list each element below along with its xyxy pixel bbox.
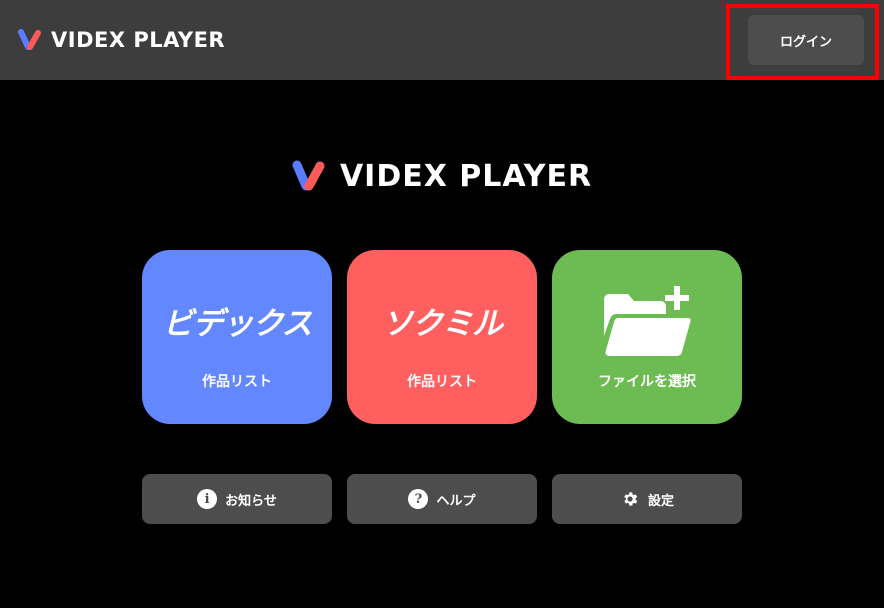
hero-brand: VIDEX PLAYER [0,155,884,197]
videx-logo-icon [18,29,41,50]
videx-logo-text: ビデックス [162,306,312,342]
settings-button-label: 設定 [647,493,674,509]
folder-add-icon [604,286,691,356]
sokumil-list-tile[interactable]: ソクミル 作品リスト [347,250,537,424]
info-button[interactable]: i お知らせ [142,474,332,524]
info-button-label: お知らせ [225,493,277,509]
help-button[interactable]: ? ヘルプ [347,474,537,524]
sokumil-tile-label: 作品リスト [407,374,477,390]
sokumil-logo-text: ソクミル [382,306,503,342]
info-icon: i [197,489,218,509]
header-brand-text: VIDEX PLAYER [51,28,226,52]
settings-button[interactable]: 設定 [552,474,742,524]
videx-tile-label: 作品リスト [202,374,272,390]
help-button-label: ヘルプ [436,493,476,509]
videx-logo-icon [292,160,325,191]
top-bar: VIDEX PLAYER ログイン [0,0,884,80]
help-icon: ? [408,489,429,509]
hero-brand-text: VIDEX PLAYER [339,158,593,194]
login-button[interactable]: ログイン [748,15,864,65]
gear-icon [620,489,640,509]
videx-list-tile[interactable]: ビデックス 作品リスト [142,250,332,424]
header-brand[interactable]: VIDEX PLAYER [18,26,225,54]
select-file-label: ファイルを選択 [598,374,696,390]
select-file-tile[interactable]: ファイルを選択 [552,250,742,424]
